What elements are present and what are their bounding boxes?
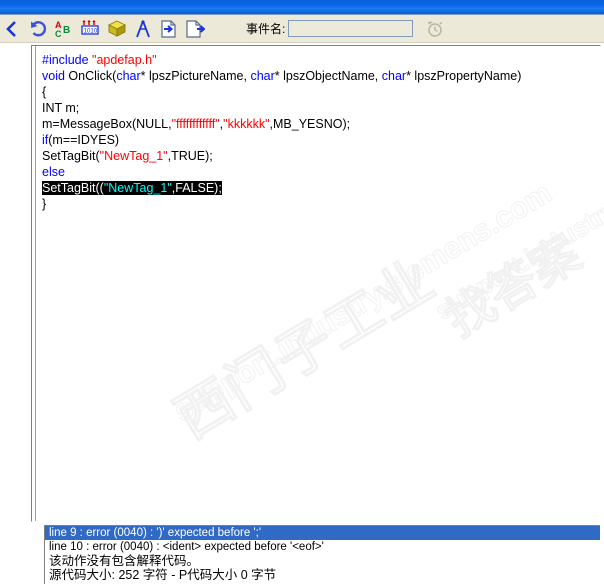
code-line[interactable]: SetTagBit(("NewTag_1",FALSE); — [42, 180, 598, 196]
code-line[interactable]: else — [42, 164, 598, 180]
window-titlebar — [0, 0, 604, 15]
code-token: "apdefap.h" — [92, 53, 157, 67]
binary-counter-icon[interactable]: 1010 — [78, 17, 104, 41]
undo-icon[interactable] — [26, 17, 52, 41]
export-page-icon[interactable] — [182, 17, 208, 41]
code-editor-window[interactable]: #include "apdefap.h" void OnClick(char* l… — [31, 45, 601, 522]
code-line[interactable]: INT m; — [42, 100, 598, 116]
code-token: char — [116, 69, 141, 83]
code-line[interactable]: SetTagBit("NewTag_1",TRUE); — [42, 148, 598, 164]
code-token: "ffffffffffff" — [171, 117, 220, 131]
code-line[interactable]: if(m==IDYES) — [42, 132, 598, 148]
alarm-clock-icon[interactable] — [423, 17, 447, 41]
code-token: m=MessageBox(NULL, — [42, 117, 172, 131]
code-token: OnClick( — [64, 69, 117, 83]
abc-sort-icon[interactable]: A C B — [52, 17, 78, 41]
code-token: char — [250, 69, 275, 83]
code-token: ,TRUE); — [167, 149, 213, 163]
back-chevron-icon[interactable] — [0, 17, 26, 41]
import-page-icon[interactable] — [156, 17, 182, 41]
output-line[interactable]: 源代码大小: 252 字符 - P代码大小 0 字节 — [45, 568, 600, 582]
svg-text:C: C — [55, 29, 62, 39]
code-token: SetTagBit(( — [42, 181, 104, 195]
code-text-area[interactable]: #include "apdefap.h" void OnClick(char* l… — [42, 52, 598, 521]
code-token: SetTagBit( — [42, 149, 100, 163]
svg-text:1010: 1010 — [84, 27, 98, 34]
toolbar: A C B 1010 事件名: — [0, 15, 604, 43]
code-token: { — [42, 85, 47, 99]
yellow-cube-icon[interactable] — [104, 17, 130, 41]
code-line[interactable]: void OnClick(char* lpszPictureName, char… — [42, 68, 598, 84]
code-token: "kkkkkk" — [223, 117, 270, 131]
code-line[interactable]: #include "apdefap.h" — [42, 52, 598, 68]
compass-icon[interactable] — [130, 17, 156, 41]
code-token: "NewTag_1" — [99, 149, 168, 163]
output-error-panel[interactable]: line 9 : error (0040) : ')' expected bef… — [44, 525, 600, 584]
code-token: } — [42, 197, 47, 211]
code-token: * lpszPropertyName) — [406, 69, 522, 83]
code-line[interactable]: } — [42, 196, 598, 212]
output-line-selected[interactable]: line 9 : error (0040) : ')' expected bef… — [45, 526, 600, 540]
code-line[interactable]: { — [42, 84, 598, 100]
code-token: ,MB_YESNO); — [269, 117, 351, 131]
output-line[interactable]: 该动作没有包含解释代码。 — [45, 554, 600, 568]
code-token: void — [42, 69, 65, 83]
code-token: INT m; — [42, 101, 80, 115]
code-token: char — [381, 69, 407, 83]
event-name-input[interactable] — [288, 20, 414, 37]
svg-text:B: B — [63, 25, 70, 36]
event-name-label: 事件名: — [246, 22, 286, 36]
code-token: "NewTag_1" — [103, 181, 172, 195]
code-token: (m==IDYES) — [48, 133, 120, 147]
editor-gutter — [32, 46, 36, 521]
code-line[interactable]: m=MessageBox(NULL,"ffffffffffff","kkkkkk… — [42, 116, 598, 132]
code-token: * lpszObjectName, — [274, 69, 382, 83]
output-line[interactable]: line 10 : error (0040) : <ident> expecte… — [45, 540, 600, 554]
code-token: * lpszPictureName, — [140, 69, 251, 83]
code-token: ,FALSE); — [171, 181, 222, 195]
code-line-selected[interactable]: SetTagBit(("NewTag_1",FALSE); — [42, 181, 222, 195]
code-token: else — [42, 165, 65, 179]
code-token: #include — [42, 53, 93, 67]
